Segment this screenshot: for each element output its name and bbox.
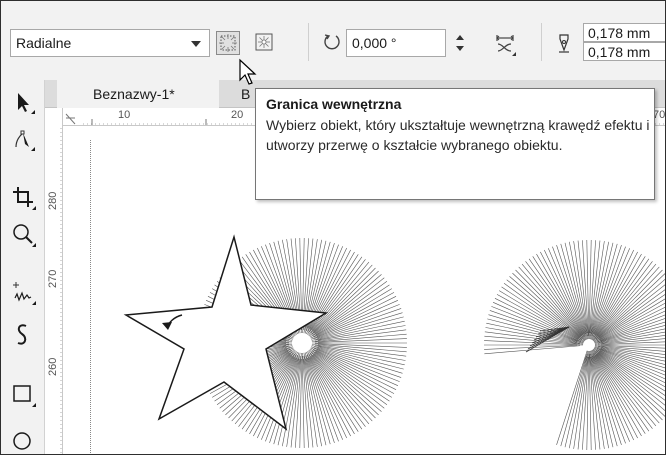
burst-line <box>486 322 578 343</box>
pen-width-bottom-value: 0,178 mm <box>588 44 651 60</box>
crop-icon <box>13 187 36 210</box>
pointer-icon <box>18 93 35 114</box>
burst-line <box>560 356 587 447</box>
artistic-media-tool[interactable] <box>9 320 39 350</box>
toolbox <box>1 80 45 455</box>
page-border <box>90 140 92 455</box>
pen-width-input-top[interactable]: 0,178 mm <box>583 23 666 42</box>
burst-line <box>569 350 589 449</box>
burst-line <box>305 355 331 445</box>
burst-line <box>596 261 653 336</box>
inner-boundary-icon <box>219 34 237 52</box>
chevron-down-icon <box>191 41 201 47</box>
pen-width-input-bottom[interactable]: 0,178 mm <box>583 42 666 61</box>
ellipse-tool[interactable] <box>9 425 39 455</box>
tooltip-body: Wybierz obiekt, który ukształtuje wewnęt… <box>266 117 650 153</box>
tab-beznazwy-1[interactable]: Beznazwy-1* <box>57 80 219 108</box>
ellipse-icon <box>13 432 31 450</box>
property-bar: Radialne 0,000 ° 0,178 mm 0,178 mm <box>1 1 666 80</box>
ruler-label: 260 <box>47 357 59 376</box>
pick-tool[interactable] <box>9 88 39 118</box>
shape-tool[interactable] <box>9 125 39 155</box>
burst-line <box>528 258 583 336</box>
burst-line <box>595 351 663 421</box>
swap-icon <box>496 35 516 56</box>
fill-type-dropdown[interactable]: Radialne <box>10 29 210 57</box>
toolbar-separator <box>541 23 542 61</box>
crop-tool[interactable] <box>9 183 39 213</box>
toolbar-separator <box>308 23 309 61</box>
swap-button[interactable] <box>491 29 521 59</box>
tab-label: Beznazwy-1* <box>93 86 175 102</box>
tooltip-title: Granica wewnętrzna <box>266 96 402 112</box>
burst-line <box>313 348 399 386</box>
curve-s-icon <box>17 324 27 345</box>
ruler-label: 20 <box>231 109 244 121</box>
burst-line <box>312 354 373 422</box>
burst-line <box>556 350 588 445</box>
freehand-tool[interactable] <box>9 278 39 308</box>
mouse-cursor-icon <box>239 58 257 85</box>
rectangle-icon <box>13 385 36 407</box>
burst-line <box>595 354 650 432</box>
fill-type-value: Radialne <box>16 35 72 51</box>
shape-edit-icon <box>15 130 35 151</box>
burst-line <box>515 269 583 339</box>
outer-boundary-icon <box>255 33 273 51</box>
ruler-label: 270 <box>47 269 59 288</box>
inner-boundary-button[interactable] <box>216 31 240 55</box>
rotation-angle-input[interactable]: 0,000 ° <box>346 29 446 57</box>
burst-line <box>282 352 301 447</box>
vertical-ruler[interactable]: 280 270 260 <box>45 108 63 455</box>
burst-line <box>310 355 363 430</box>
tooltip: Granica wewnętrzna Wybierz obiekt, który… <box>255 88 655 200</box>
burst-line <box>305 351 347 439</box>
burst-line <box>303 352 322 447</box>
tab-second[interactable]: B <box>241 86 250 102</box>
zoom-tool[interactable] <box>9 220 39 250</box>
rotate-icon <box>324 34 340 50</box>
burst-line <box>309 256 363 333</box>
ruler-label: 280 <box>47 191 59 210</box>
rectangle-tool[interactable] <box>9 380 39 410</box>
rotate-button[interactable] <box>321 31 345 55</box>
rotation-spinner[interactable] <box>450 29 470 57</box>
app-window: Radialne 0,000 ° 0,178 mm 0,178 mm Bezna… <box>0 0 666 455</box>
magnifier-icon <box>13 224 36 247</box>
pen-button[interactable] <box>553 31 577 55</box>
outer-boundary-button[interactable] <box>253 31 277 55</box>
rotation-angle-value: 0,000 ° <box>352 35 397 51</box>
ruler-label: 10 <box>118 109 131 121</box>
radial-burst-right <box>484 240 666 450</box>
spinner-arrows-icon <box>456 35 464 51</box>
pen-nib-icon <box>559 34 569 53</box>
pen-width-top-value: 0,178 mm <box>588 25 651 41</box>
freehand-icon <box>13 282 36 305</box>
burst-line <box>305 358 327 446</box>
